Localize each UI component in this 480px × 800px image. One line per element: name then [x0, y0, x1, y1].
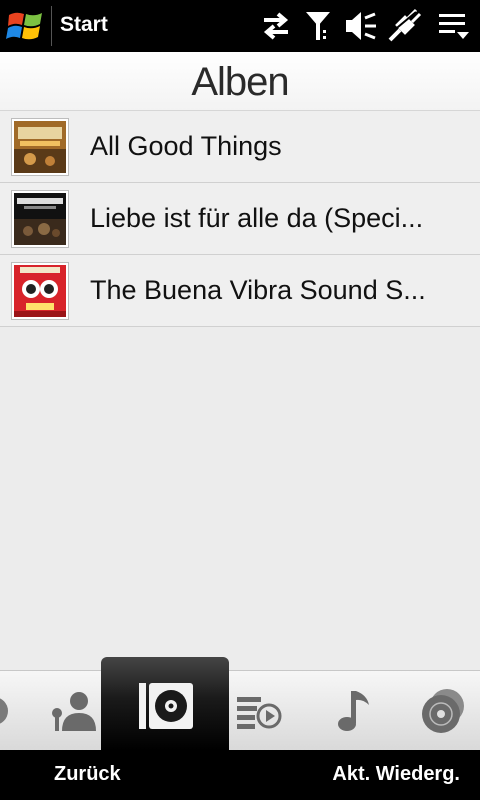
album-cover	[11, 118, 69, 176]
album-title: All Good Things	[90, 131, 282, 161]
status-bar: Start	[0, 0, 480, 52]
album-cover-2	[14, 193, 66, 245]
data-transfer-icon[interactable]	[258, 8, 294, 44]
list-item[interactable]: All Good Things	[0, 111, 480, 183]
start-divider	[51, 6, 52, 46]
disc-partial-icon	[0, 698, 8, 724]
tab-partial-disc[interactable]	[0, 671, 20, 751]
start-button[interactable]: Start	[0, 0, 130, 52]
softkey-bar: Zurück Akt. Wiederg.	[0, 750, 480, 800]
genre-discs-icon	[422, 689, 464, 733]
list-item[interactable]: Liebe ist für alle da (Speci...	[0, 183, 480, 255]
menu-icon[interactable]	[436, 8, 472, 44]
album-list: All Good Things Liebe ist für alle da (S…	[0, 111, 480, 327]
tab-songs[interactable]	[318, 671, 384, 751]
album-icon	[139, 683, 193, 729]
tab-albums[interactable]	[101, 657, 229, 750]
tab-artists[interactable]	[40, 671, 106, 751]
music-note-icon	[338, 691, 369, 731]
now-playing-button[interactable]: Akt. Wiederg.	[332, 763, 460, 786]
album-cover	[11, 190, 69, 248]
album-title: The Buena Vibra Sound S...	[90, 275, 426, 305]
tab-bar	[0, 670, 480, 751]
playlist-icon	[237, 697, 282, 729]
tab-playlists[interactable]	[228, 671, 288, 751]
volume-icon[interactable]	[343, 8, 379, 44]
album-cover-3	[14, 265, 66, 317]
album-cover	[11, 262, 69, 320]
page-header: Alben	[0, 52, 480, 111]
windows-logo-icon	[6, 12, 42, 40]
signal-icon[interactable]	[300, 8, 336, 44]
power-plug-icon[interactable]	[386, 8, 422, 44]
artist-icon	[52, 692, 96, 731]
list-item[interactable]: The Buena Vibra Sound S...	[0, 255, 480, 327]
back-button[interactable]: Zurück	[54, 763, 121, 786]
album-cover-1	[14, 121, 66, 173]
tab-genres[interactable]	[408, 671, 480, 751]
start-label: Start	[60, 13, 108, 36]
page-title: Alben	[191, 60, 289, 104]
album-title: Liebe ist für alle da (Speci...	[90, 203, 424, 233]
